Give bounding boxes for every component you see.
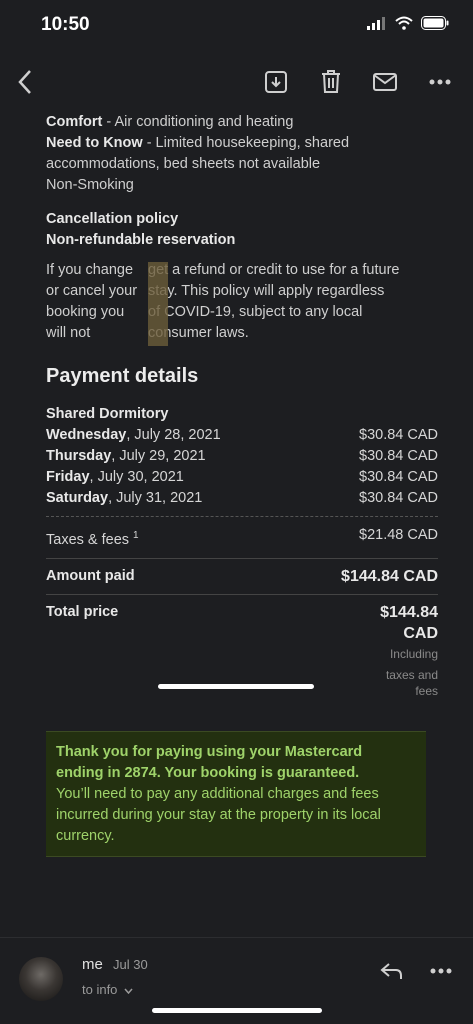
archive-icon[interactable] [265,71,287,93]
more-icon[interactable] [430,968,452,974]
night-row: Thursday, July 29, 2021 $30.84 CAD [46,448,438,464]
cancellation-text: If you change or cancel your booking you… [46,260,438,344]
notice-line: currency. [56,828,115,844]
payment-heading: Payment details [46,365,199,387]
including-note: taxes and [385,667,438,682]
status-bar: 10:50 [0,0,473,52]
toolbar [0,52,473,114]
cancellation-subheading: Non-refundable reservation [46,232,236,248]
reply-icon[interactable] [380,962,402,980]
back-icon[interactable] [16,68,34,96]
cancel-col2-line: consumer laws. [148,325,249,341]
need-line: Need to Know - Limited housekeeping, sha… [46,135,350,151]
home-indicator [152,1008,322,1013]
notice-line: You’ll need to pay any additional charge… [56,786,379,802]
night-row: Saturday, July 31, 2021 $30.84 CAD [46,490,438,506]
recipients-toggle[interactable]: to info [82,982,133,997]
message-date: Jul 30 [113,957,148,972]
status-icons [367,16,449,30]
status-time: 10:50 [41,14,90,35]
text-highlight [148,262,168,346]
cancel-col1-line: If you change [46,262,134,278]
cancellation-heading: Cancellation policy [46,211,179,227]
total-price-row: Total price $144.84 CAD Including taxes … [46,603,438,696]
payment-notice: Thank you for paying using your Masterca… [46,731,426,857]
amount-paid-row: Amount paid $144.84 CAD [46,567,438,585]
total-currency: CAD [403,624,438,642]
mail-icon[interactable] [373,73,397,91]
taxes-row: Taxes & fees 1 $21.48 CAD [46,527,438,548]
night-row: Wednesday, July 28, 2021 $30.84 CAD [46,427,438,443]
total-value: $144.84 [380,603,438,621]
notice-line: Thank you for paying using your Masterca… [56,744,363,760]
email-body: Comfort - Air conditioning and heating N… [46,112,438,696]
cancel-col2-line: stay. This policy will apply regardless [148,283,385,299]
trash-icon[interactable] [321,70,341,94]
including-note: Including [389,646,438,661]
non-smoking: Non-Smoking [46,177,134,193]
cancel-col2-line: get a refund or credit to use for a futu… [148,262,400,278]
more-icon[interactable] [429,79,451,85]
cancel-col1-line: or cancel your [46,283,138,299]
room-type: Shared Dormitory [46,406,169,422]
cancel-col2-line: of COVID-19, subject to any local [148,304,363,320]
chevron-down-icon [124,988,133,995]
notice-line: incurred during your stay at the propert… [56,807,381,823]
sender-name: me [82,956,103,973]
sender-line: me Jul 30 [82,956,148,973]
notice-line: ending in 2874. Your booking is guarante… [56,765,360,781]
avatar[interactable] [19,957,63,1001]
signal-icon [367,16,385,30]
including-note: fees [415,685,438,696]
need-line-2: accommodations, bed sheets not available [46,156,321,172]
night-row: Friday, July 30, 2021 $30.84 CAD [46,469,438,485]
comfort-line: Comfort - Air conditioning and heating [46,114,294,130]
wifi-icon [395,16,413,30]
cancel-col1-line: will not [46,325,91,341]
battery-icon [421,16,449,30]
cancel-col1-line: booking you [46,304,125,320]
scroll-indicator [158,684,314,689]
